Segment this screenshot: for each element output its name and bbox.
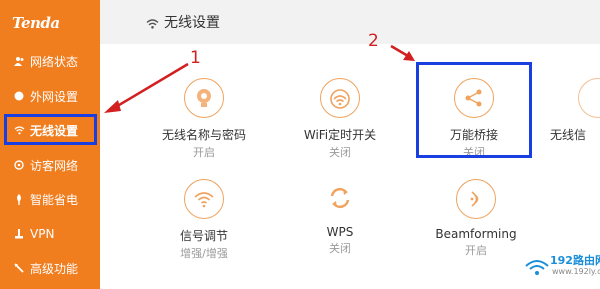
arrow-2-line <box>390 44 409 58</box>
arrow-1-line <box>113 62 189 110</box>
watermark-url: www.192ly.com <box>552 267 600 276</box>
watermark: 192路由网 www.192ly.com <box>522 250 600 286</box>
watermark-text: 192路由网 <box>550 254 600 267</box>
arrow-2-head <box>403 51 415 61</box>
watermark-wifi-icon <box>525 260 549 275</box>
arrow-1-head <box>104 100 121 113</box>
annotation-arrows <box>104 44 415 113</box>
annotation-number-1: 1 <box>190 48 201 68</box>
annotation-number-2: 2 <box>368 31 379 51</box>
